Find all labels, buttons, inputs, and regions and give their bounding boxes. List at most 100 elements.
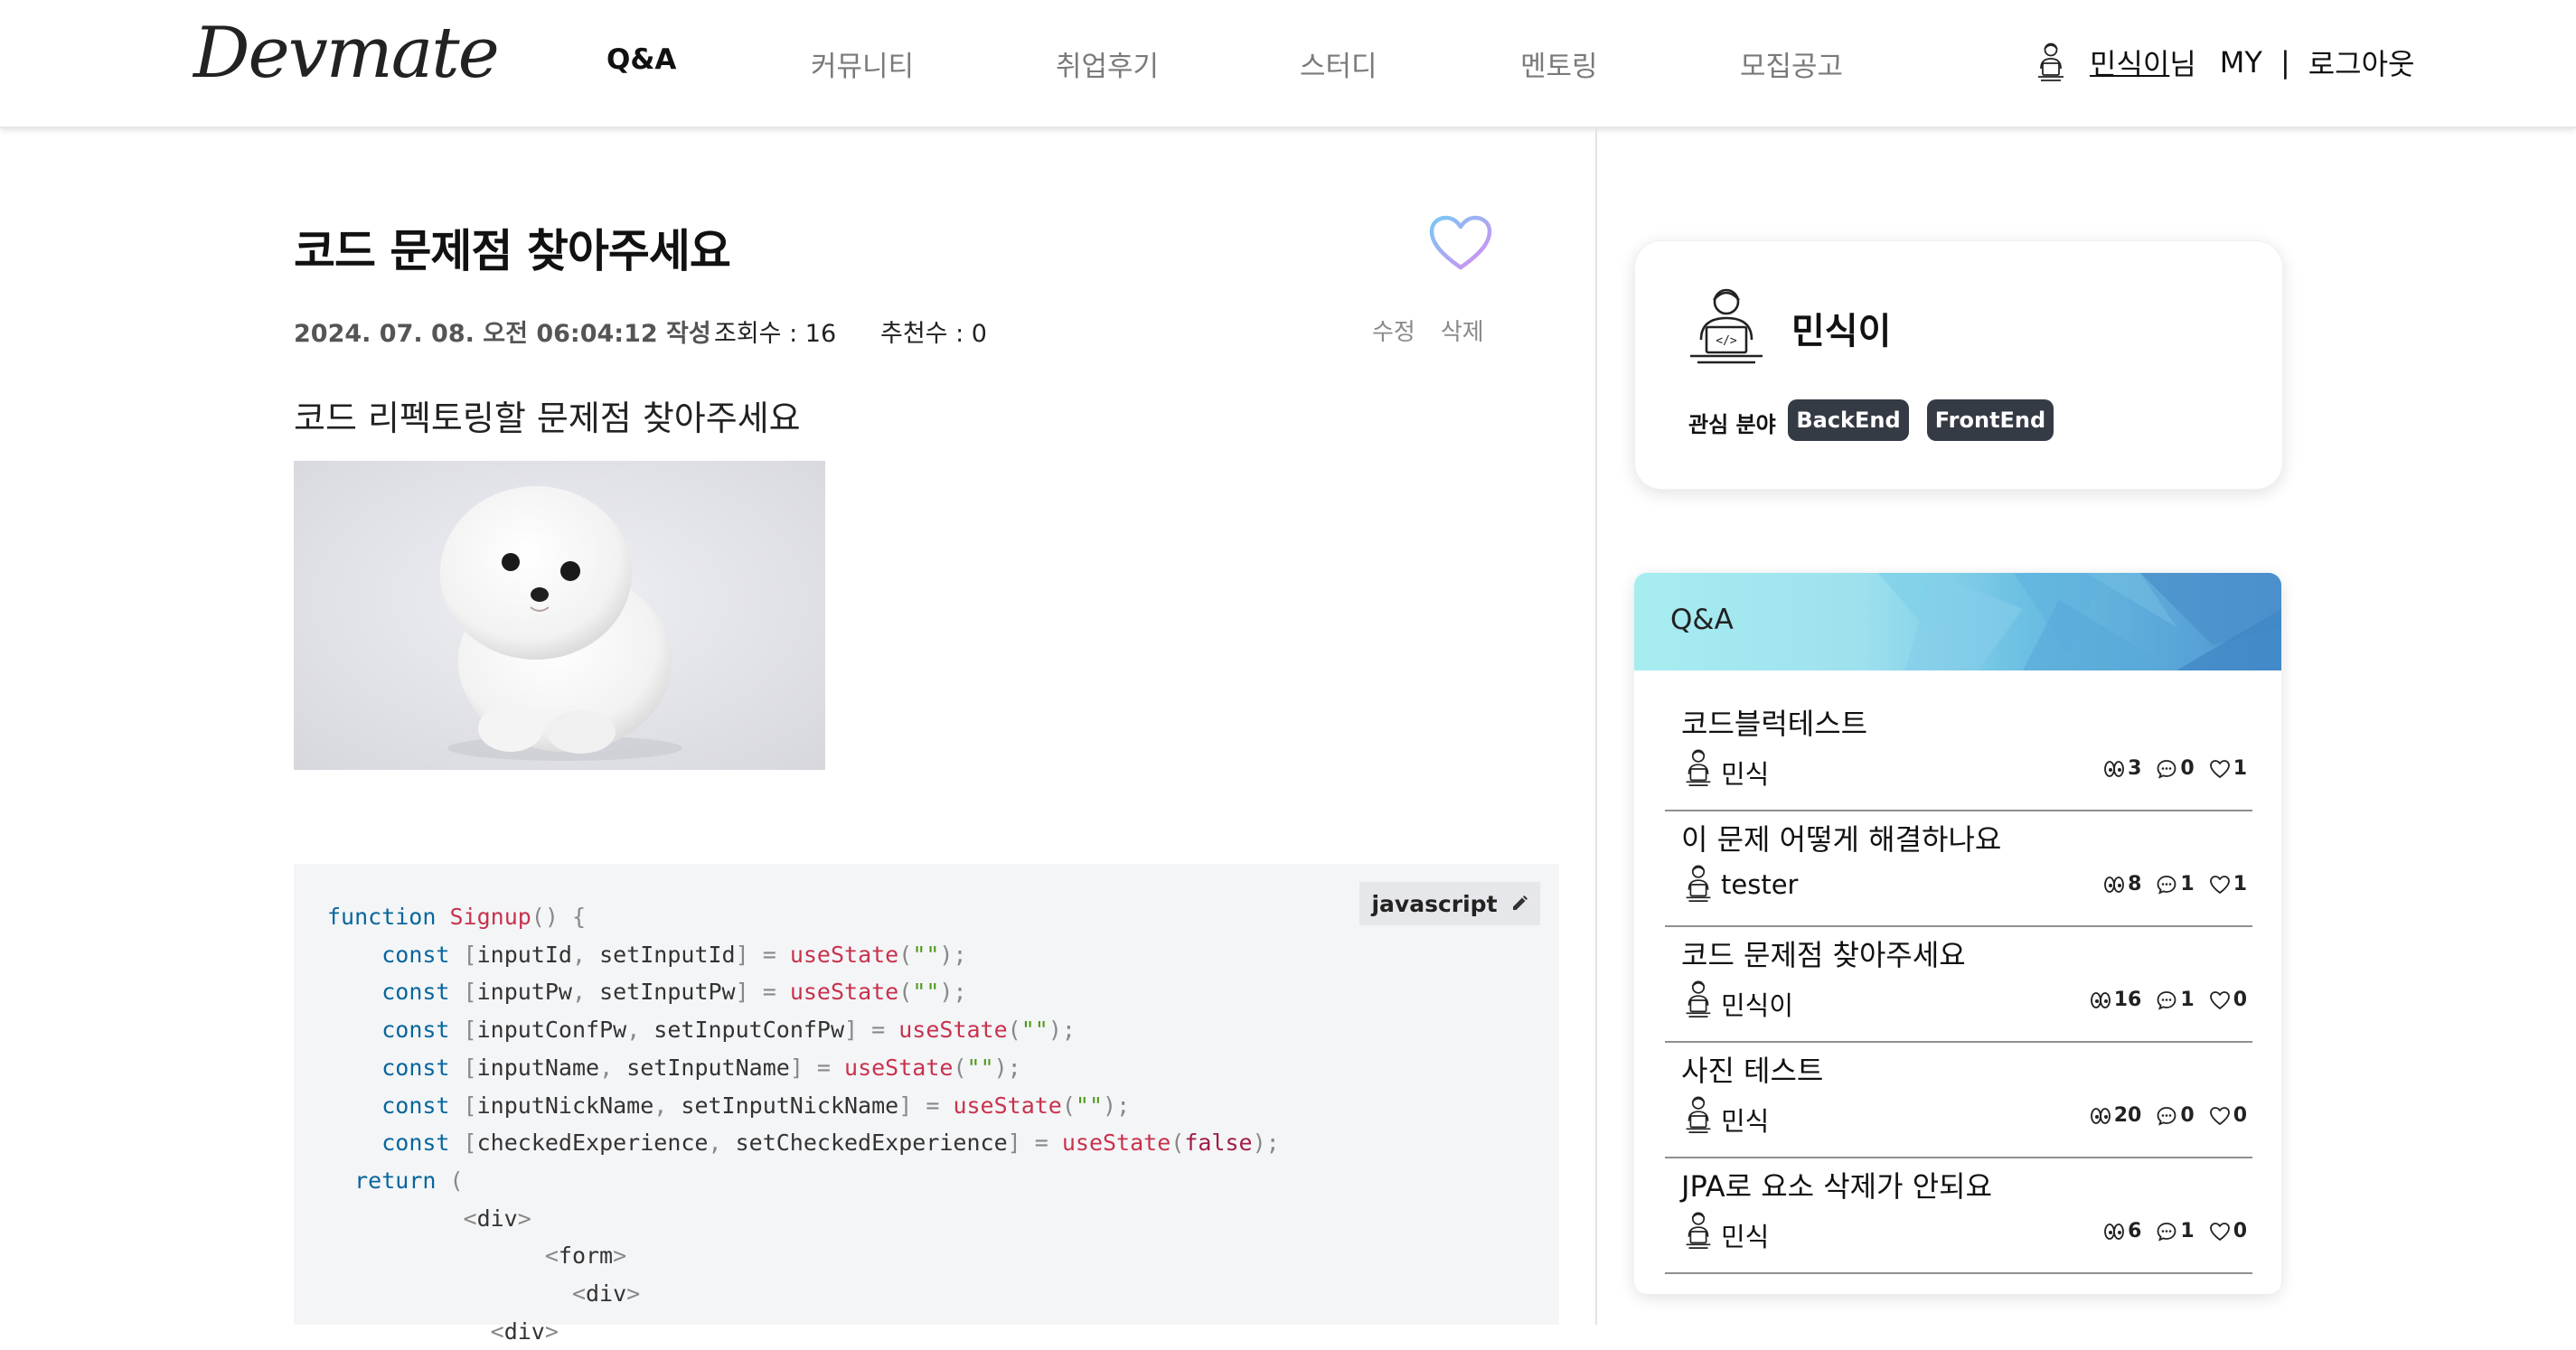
qa-item-title: 코드 문제점 찾아주세요 — [1681, 938, 1966, 972]
interest-label: 관심 분야 — [1688, 412, 1776, 437]
developer-avatar-icon — [1686, 865, 1711, 902]
heart-icon — [2209, 875, 2230, 894]
code-line-8: return ( — [354, 1167, 464, 1194]
developer-avatar-icon — [1686, 1096, 1711, 1133]
post-views: 조회수 : 16 — [714, 320, 837, 348]
interest-chip: BackEnd — [1788, 399, 1909, 441]
code-line-5: const [inputName, setInputName] = useSta… — [381, 1054, 1021, 1081]
nav-mentoring[interactable]: 멘토링 — [1520, 43, 1598, 84]
code-line-2: const [inputId, setInputId] = useState("… — [381, 941, 967, 968]
profile-name: 민식이 — [1791, 311, 1892, 352]
code-line-12: <div> — [490, 1317, 559, 1345]
qa-item-title: JPA로 요소 삭제가 안되요 — [1681, 1169, 1993, 1204]
eyes-icon — [2104, 1223, 2124, 1240]
like-count: 0 — [2233, 1104, 2247, 1127]
qa-panel-title: Q&A — [1670, 604, 1734, 636]
comment-icon — [2157, 875, 2176, 895]
eyes-icon — [2104, 876, 2124, 893]
comment-icon — [2157, 990, 2176, 1010]
code-line-1: function Signup() { — [327, 904, 587, 930]
heart-icon — [2209, 759, 2230, 778]
post-actions: 수정 삭제 — [1372, 314, 1484, 347]
view-count: 6 — [2128, 1220, 2142, 1242]
qa-item-title: 코드블럭테스트 — [1681, 707, 1868, 741]
pencil-icon — [1512, 895, 1528, 910]
like-count: 1 — [2233, 873, 2247, 895]
nav-recruit[interactable]: 모집공고 — [1740, 43, 1843, 84]
code-line-4: const [inputConfPw, setInputConfPw] = us… — [381, 1017, 1076, 1044]
interest-chip: FrontEnd — [1927, 399, 2054, 441]
qa-item-title: 이 문제 어떻게 해결하나요 — [1681, 822, 2002, 857]
qa-item-author: tester — [1721, 869, 1799, 900]
column-divider — [1595, 128, 1597, 1325]
qa-list-item[interactable]: 이 문제 어떻게 해결하나요 tester 8 1 1 — [1665, 810, 2252, 927]
like-heart-icon[interactable] — [1428, 215, 1493, 273]
code-language-badge[interactable]: javascript — [1359, 882, 1540, 925]
code-language-label: javascript — [1371, 890, 1498, 917]
code-content: function Signup() { const [inputId, setI… — [327, 898, 1280, 1350]
comment-count: 0 — [2180, 1104, 2195, 1127]
user-name-suffix: 님 — [2169, 47, 2196, 81]
comment-count: 1 — [2180, 989, 2195, 1011]
qa-item-title: 사진 테스트 — [1681, 1054, 1824, 1088]
like-count: 0 — [2233, 1220, 2247, 1242]
qa-item-author: 민식 — [1721, 1106, 1770, 1137]
qa-list-item[interactable]: 코드 문제점 찾아주세요 민식이 16 1 0 — [1665, 925, 2252, 1043]
qa-item-stats: 3 0 1 — [2089, 757, 2247, 780]
view-count: 3 — [2128, 757, 2142, 780]
comment-count: 1 — [2180, 1220, 2195, 1242]
post-title: 코드 문제점 찾아주세요 — [294, 225, 731, 277]
qa-item-stats: 6 1 0 — [2089, 1220, 2247, 1242]
comment-count: 1 — [2180, 873, 2195, 895]
user-menu: 민식이 님 MY | 로그아웃 — [2035, 40, 2414, 85]
user-name-link[interactable]: 민식이 — [2090, 42, 2169, 83]
qa-list-item[interactable]: 코드블럭테스트 민식 3 0 1 — [1665, 694, 2252, 811]
nav-qa[interactable]: Q&A — [606, 43, 676, 76]
code-line-7: const [checkedExperience, setCheckedExpe… — [381, 1130, 1280, 1157]
post-date: 2024. 07. 08. 오전 06:04:12 작성 — [294, 320, 711, 348]
code-line-6: const [inputNickName, setInputNickName] … — [381, 1092, 1131, 1119]
heart-icon — [2209, 1222, 2230, 1241]
qa-item-stats: 16 1 0 — [2075, 989, 2247, 1011]
qa-panel: Q&A 코드블럭테스트 민식 3 0 1 이 문제 어떻게 해결하나요 test… — [1634, 573, 2281, 1294]
qa-item-author: 민식 — [1721, 1222, 1770, 1252]
top-navbar: Devmate Q&A 커뮤니티 취업후기 스터디 멘토링 모집공고 민식이 님… — [0, 0, 2576, 128]
edit-button[interactable]: 수정 — [1372, 319, 1415, 346]
code-line-11: <div> — [571, 1280, 641, 1308]
like-count: 0 — [2233, 989, 2247, 1011]
profile-card — [1634, 240, 2283, 490]
developer-avatar-icon — [2038, 42, 2064, 81]
eyes-icon — [2090, 1107, 2111, 1124]
eyes-icon — [2104, 760, 2124, 777]
developer-avatar-icon — [1686, 749, 1711, 786]
comment-icon — [2157, 1106, 2176, 1126]
comment-icon — [2157, 1222, 2176, 1242]
qa-item-author: 민식 — [1721, 759, 1770, 790]
delete-button[interactable]: 삭제 — [1441, 319, 1484, 346]
logo[interactable]: Devmate — [193, 13, 500, 94]
my-page-link[interactable]: MY — [2220, 45, 2262, 80]
like-count: 1 — [2233, 757, 2247, 780]
developer-avatar-icon: </> — [1690, 288, 1763, 364]
post-recommends: 추천수 : 0 — [880, 320, 987, 348]
qa-item-stats: 20 0 0 — [2075, 1104, 2247, 1127]
qa-list-item[interactable]: 사진 테스트 민식 20 0 0 — [1665, 1041, 2252, 1158]
puppy-photo — [294, 461, 825, 770]
code-line-3: const [inputPw, setInputPw] = useState("… — [381, 979, 967, 1006]
logout-link[interactable]: 로그아웃 — [2308, 42, 2415, 83]
view-count: 16 — [2113, 989, 2142, 1011]
code-line-10: <form> — [544, 1242, 627, 1270]
menu-separator: | — [2280, 45, 2290, 80]
nav-job-reviews[interactable]: 취업후기 — [1056, 43, 1159, 84]
heart-icon — [2209, 1106, 2230, 1125]
qa-list-item[interactable]: JPA로 요소 삭제가 안되요 민식 6 1 0 — [1665, 1157, 2252, 1274]
qa-item-stats: 8 1 1 — [2089, 873, 2247, 895]
view-count: 8 — [2128, 873, 2142, 895]
nav-study[interactable]: 스터디 — [1300, 43, 1377, 84]
qa-item-author: 민식이 — [1721, 990, 1794, 1021]
post-body-text: 코드 리펙토링할 문제점 찾아주세요 — [294, 398, 801, 438]
developer-avatar-icon — [1686, 980, 1711, 1017]
nav-community[interactable]: 커뮤니티 — [811, 43, 914, 84]
eyes-icon — [2090, 991, 2111, 1008]
developer-avatar-icon — [1686, 1212, 1711, 1249]
